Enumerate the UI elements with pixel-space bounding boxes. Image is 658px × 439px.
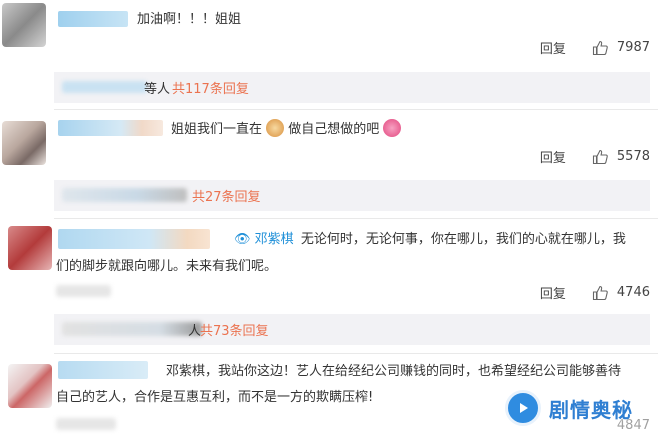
divider [54,353,658,354]
replier-avatars [62,188,187,202]
replier-avatars [62,81,147,93]
user-nickname[interactable] [58,361,148,379]
replier-avatars [62,322,202,336]
like-button[interactable]: 4746 [592,285,650,301]
divider [54,218,658,219]
thumbs-up-icon [592,285,608,300]
sub-replies[interactable]: 共27条回复 [54,180,650,211]
comment-text-line-1: 邓紫棋，我站你这边！艺人在给经纪公司赚钱的同时，也希望经纪公司能够善待 [166,364,622,379]
comment-text-part-1: 姐姐我们一直在 [171,122,263,137]
reply-button[interactable]: 回复 [540,147,566,166]
comment-text: 加油啊！！！姐姐 [137,12,242,27]
watermark-text: 剧情奥秘 [549,397,633,422]
comment-text-line-2: 自己的艺人，合作是互惠互利，而不是一方的欺瞒压榨! [56,390,374,405]
like-count: 7987 [616,40,650,55]
comment-text-part-2: 做自己想做的吧 [288,122,380,137]
sub-reply-suffix: 等人 [144,82,171,97]
hearts-emoji-icon [383,119,402,137]
comment-text: 姐姐我们一直在 做自己想做的吧 [171,118,402,142]
watermark-logo: 剧情奥秘 [505,384,633,432]
comment-text-line-2: 们的脚步就跟向哪儿。未来有我们呢。 [56,259,278,274]
cake-emoji-icon [266,119,285,137]
comment-actions: 回复 5578 [540,147,650,166]
reply-button[interactable]: 回复 [540,38,566,57]
blurred-tag [56,285,111,297]
comment-actions: 回复 7987 [540,38,650,57]
user-nickname[interactable] [58,11,128,27]
avatar[interactable] [2,3,46,47]
sub-replies[interactable]: 人 共73条回复 [54,314,650,345]
avatar[interactable] [8,364,52,408]
reply-button[interactable]: 回复 [540,283,566,302]
eye-icon: 👁 [234,232,251,247]
like-count: 5578 [616,149,650,164]
sub-reply-count[interactable]: 共117条回复 [172,78,249,97]
comment-text-line-1: 无论何时，无论何事，你在哪儿，我们的心就在哪儿，我 [300,232,626,247]
sub-replies[interactable]: 等人 共117条回复 [54,72,650,103]
like-count: 4746 [616,285,650,300]
user-nickname[interactable] [58,120,163,136]
play-circle-icon [505,390,541,426]
avatar[interactable] [8,226,52,270]
like-button[interactable]: 7987 [592,40,650,56]
sub-reply-count[interactable]: 共27条回复 [192,186,261,205]
comment-text: 👁 邓紫棋 无论何时，无论何事，你在哪儿，我们的心就在哪儿，我 [234,228,626,252]
mention-link[interactable]: 邓紫棋 [255,232,294,247]
like-button[interactable]: 5578 [592,149,650,165]
divider [54,109,658,110]
comment-actions: 回复 4746 [540,283,650,302]
thumbs-up-icon [592,149,608,164]
thumbs-up-icon [592,40,608,55]
avatar[interactable] [2,121,46,165]
user-nickname[interactable] [58,229,210,249]
sub-reply-count[interactable]: 共73条回复 [200,320,269,339]
blurred-tag [56,418,116,430]
